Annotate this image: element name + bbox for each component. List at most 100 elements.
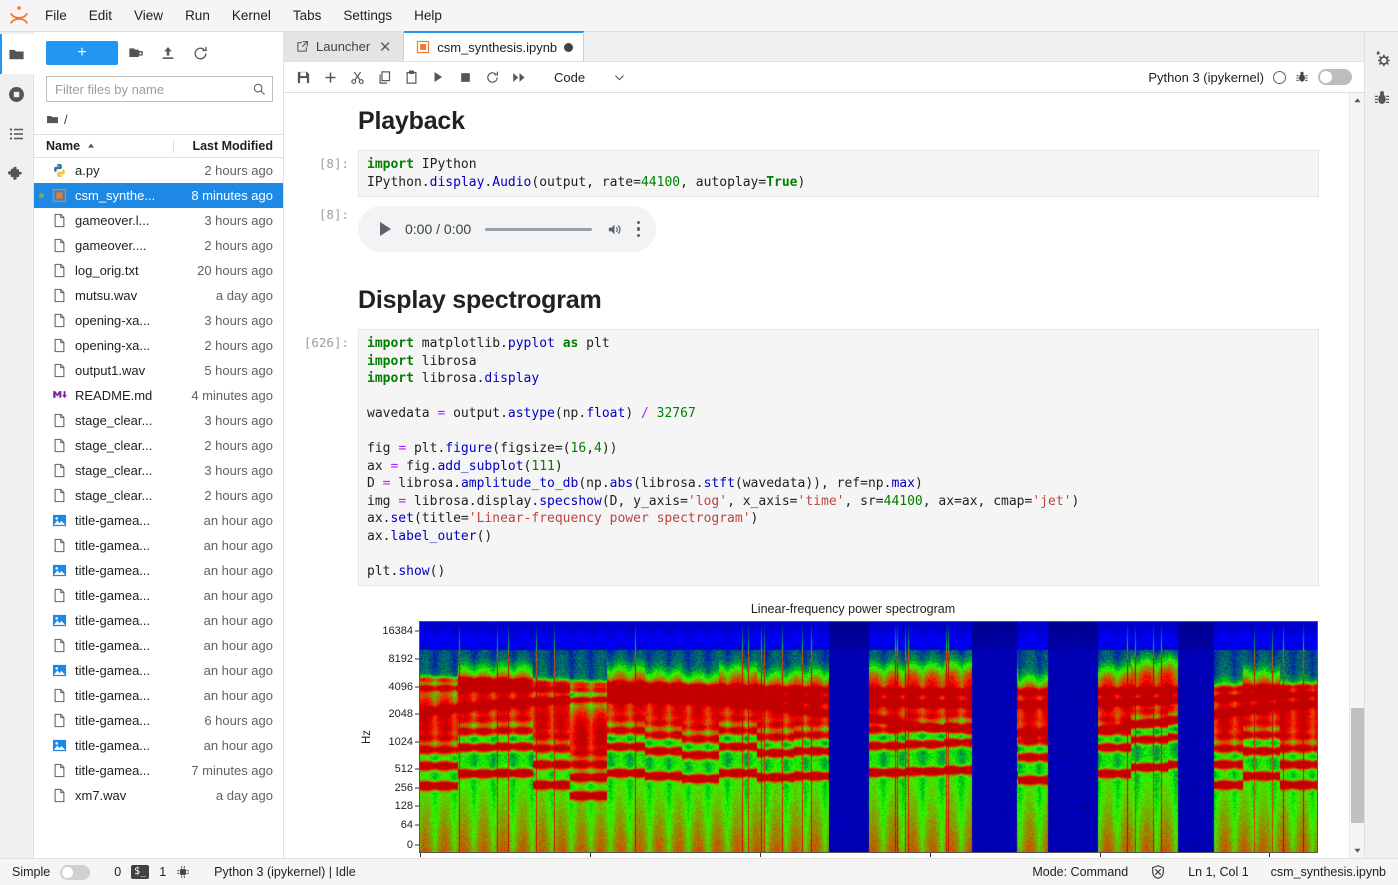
search-icon — [252, 82, 266, 96]
column-header-last-modified[interactable]: Last Modified — [173, 139, 283, 153]
insert-cell-button[interactable] — [317, 64, 343, 90]
notebook-vertical-scrollbar[interactable] — [1349, 93, 1364, 858]
file-list-item[interactable]: title-gamea... an hour ago — [34, 558, 283, 583]
copy-button[interactable] — [371, 64, 397, 90]
file-list-item[interactable]: title-gamea... an hour ago — [34, 733, 283, 758]
file-list-item[interactable]: stage_clear... 2 hours ago — [34, 433, 283, 458]
file-list-item[interactable]: README.md 4 minutes ago — [34, 383, 283, 408]
file-list-item[interactable]: output1.wav 5 hours ago — [34, 358, 283, 383]
file-filter-box[interactable] — [46, 76, 273, 102]
notebook-content[interactable]: Playback [8]: import IPython IPython.dis… — [284, 93, 1349, 858]
notebook-mode[interactable]: Mode: Command — [1032, 865, 1128, 879]
sidebar-item-file-browser[interactable] — [0, 34, 34, 74]
file-list-item[interactable]: gameover.... 2 hours ago — [34, 233, 283, 258]
code-editor[interactable]: import IPython IPython.display.Audio(out… — [358, 150, 1319, 197]
simple-mode-toggle[interactable] — [60, 864, 91, 880]
paste-button[interactable] — [398, 64, 424, 90]
menu-item-view[interactable]: View — [123, 0, 174, 32]
file-list-item[interactable]: log_orig.txt 20 hours ago — [34, 258, 283, 283]
menu-item-run[interactable]: Run — [174, 0, 221, 32]
audio-progress-slider[interactable] — [485, 227, 592, 231]
debugger-toggle[interactable] — [1318, 69, 1352, 85]
kernel-status-icon[interactable] — [1273, 70, 1286, 84]
code-cell-playback[interactable]: [8]: import IPython IPython.display.Audi… — [302, 150, 1319, 197]
tab-csm-synthesis[interactable]: csm_synthesis.ipynb — [404, 31, 585, 61]
breadcrumb[interactable]: / — [34, 106, 283, 132]
upload-button[interactable] — [154, 41, 182, 65]
current-filename[interactable]: csm_synthesis.ipynb — [1271, 865, 1386, 879]
run-button[interactable] — [425, 64, 451, 90]
scroll-down-arrow-icon[interactable] — [1350, 843, 1365, 858]
no-connection-icon[interactable] — [1150, 864, 1166, 880]
file-list-item[interactable]: title-gamea... an hour ago — [34, 658, 283, 683]
column-header-name[interactable]: Name — [34, 139, 173, 153]
file-list-item[interactable]: title-gamea... an hour ago — [34, 533, 283, 558]
file-list-item[interactable]: stage_clear... 2 hours ago — [34, 483, 283, 508]
file-list-item[interactable]: title-gamea... an hour ago — [34, 633, 283, 658]
new-folder-button[interactable] — [122, 41, 150, 65]
file-list-item[interactable]: a.py 2 hours ago — [34, 158, 283, 183]
menu-item-edit[interactable]: Edit — [78, 0, 123, 32]
new-launcher-button[interactable]: + — [46, 41, 118, 65]
audio-player[interactable]: 0:00 / 0:00 — [358, 206, 656, 252]
menu-item-help[interactable]: Help — [403, 0, 453, 32]
file-list[interactable]: a.py 2 hours ago csm_synthe... 8 minutes ag… — [34, 158, 283, 858]
file-list-item[interactable]: title-gamea... 7 minutes ago — [34, 758, 283, 783]
code-editor[interactable]: import matplotlib.pyplot as plt import l… — [358, 329, 1319, 586]
menu-item-kernel[interactable]: Kernel — [221, 0, 282, 32]
file-list-item[interactable]: opening-xa... 3 hours ago — [34, 308, 283, 333]
file-list-item[interactable]: title-gamea... an hour ago — [34, 683, 283, 708]
restart-run-all-button[interactable] — [506, 64, 532, 90]
file-list-item[interactable]: mutsu.wav a day ago — [34, 283, 283, 308]
breadcrumb-root[interactable]: / — [64, 112, 68, 127]
file-list-item[interactable]: stage_clear... 3 hours ago — [34, 408, 283, 433]
tab-launcher[interactable]: Launcher ✕ — [284, 32, 405, 61]
interrupt-kernel-button[interactable] — [452, 64, 478, 90]
right-activity-bar — [1364, 32, 1398, 858]
python-icon — [50, 162, 68, 180]
menu-item-tabs[interactable]: Tabs — [282, 0, 333, 32]
file-icon — [50, 537, 68, 555]
file-list-item[interactable]: title-gamea... an hour ago — [34, 608, 283, 633]
scrollbar-thumb[interactable] — [1351, 708, 1364, 823]
file-modified: an hour ago — [203, 663, 273, 678]
restart-kernel-button[interactable] — [479, 64, 505, 90]
file-list-item[interactable]: csm_synthe... 8 minutes ago — [34, 183, 283, 208]
y-axis-label: Hz — [358, 621, 376, 853]
file-modified: 2 hours ago — [204, 338, 273, 353]
kernel-count[interactable]: 0 — [114, 865, 121, 879]
search-input[interactable] — [55, 81, 252, 97]
cut-button[interactable] — [344, 64, 370, 90]
file-icon — [50, 487, 68, 505]
file-list-item[interactable]: opening-xa... 2 hours ago — [34, 333, 283, 358]
refresh-button[interactable] — [186, 41, 214, 65]
sidebar-item-debugger[interactable] — [1365, 78, 1398, 118]
file-list-item[interactable]: title-gamea... an hour ago — [34, 508, 283, 533]
unsaved-indicator[interactable] — [564, 42, 574, 52]
cell-type-dropdown[interactable]: Code — [548, 65, 632, 89]
sidebar-item-running-sessions[interactable] — [0, 74, 34, 114]
file-modified: 6 hours ago — [204, 713, 273, 728]
more-vertical-icon[interactable] — [636, 220, 640, 238]
menu-item-settings[interactable]: Settings — [332, 0, 403, 32]
menu-item-file[interactable]: File — [34, 0, 78, 32]
scroll-up-arrow-icon[interactable] — [1350, 93, 1365, 108]
sidebar-item-property-inspector[interactable] — [1365, 38, 1398, 78]
code-cell-spectrogram[interactable]: [626]: import matplotlib.pyplot as plt i… — [302, 329, 1319, 586]
file-list-item[interactable]: title-gamea... an hour ago — [34, 583, 283, 608]
play-icon[interactable] — [380, 222, 391, 236]
file-list-item[interactable]: stage_clear... 3 hours ago — [34, 458, 283, 483]
cursor-position[interactable]: Ln 1, Col 1 — [1188, 865, 1248, 879]
sidebar-item-table-of-contents[interactable] — [0, 114, 34, 154]
save-button[interactable] — [290, 64, 316, 90]
file-list-item[interactable]: title-gamea... 6 hours ago — [34, 708, 283, 733]
volume-icon[interactable] — [606, 221, 623, 238]
terminal-count[interactable]: 1 — [159, 865, 166, 879]
kernel-name[interactable]: Python 3 (ipykernel) — [1148, 70, 1264, 85]
status-bar: Simple 0 $_ 1 Python 3 (ipykernel) | Idl… — [0, 858, 1398, 885]
kernel-status-text[interactable]: Python 3 (ipykernel) | Idle — [214, 865, 356, 879]
sidebar-item-extension-manager[interactable] — [0, 154, 34, 194]
file-list-item[interactable]: gameover.l... 3 hours ago — [34, 208, 283, 233]
file-list-item[interactable]: xm7.wav a day ago — [34, 783, 283, 808]
close-icon[interactable]: ✕ — [377, 39, 393, 56]
